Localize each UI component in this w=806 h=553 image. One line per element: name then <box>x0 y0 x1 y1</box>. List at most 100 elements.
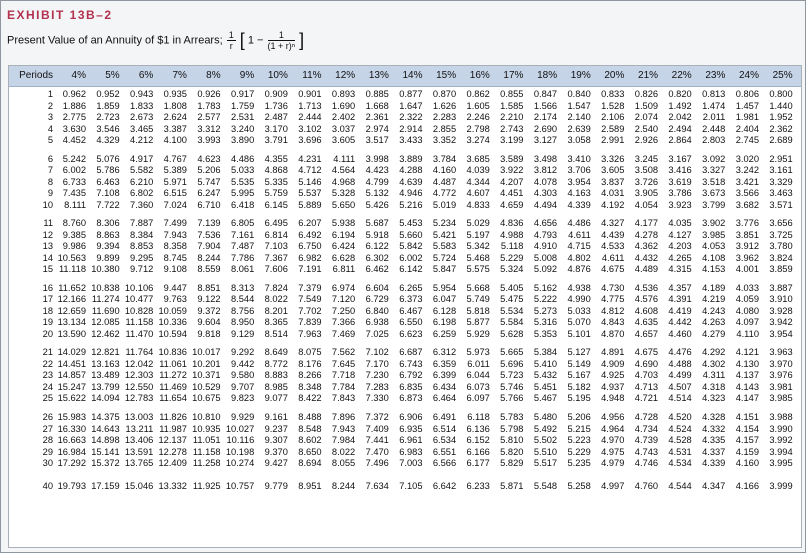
value-cell: 11.051 <box>192 435 221 446</box>
table-row: 1 0.962 0.952 0.943 0.935 0.926 0.917 0.909 0.90… <box>9 89 801 100</box>
value-cell: 5.182 <box>567 381 591 392</box>
value-cell: 5.696 <box>500 358 524 369</box>
value-cell: 3.859 <box>769 264 793 275</box>
value-cell: 5.798 <box>500 423 524 434</box>
value-cell: 4.968 <box>331 176 356 187</box>
value-cell: 7.843 <box>331 393 356 404</box>
value-cell: 5.029 <box>466 218 490 229</box>
value-cell: 4.391 <box>668 294 692 305</box>
value-cell: 3.824 <box>769 252 793 263</box>
value-cell: 7.786 <box>230 252 255 263</box>
header-rate: 11% <box>302 70 322 81</box>
value-cell: 6.073 <box>466 381 490 392</box>
value-cell: 11.987 <box>159 423 187 434</box>
value-cell: 5.273 <box>533 305 558 316</box>
value-cell: 4.712 <box>298 165 322 176</box>
value-cell: 12.462 <box>91 328 120 339</box>
header-rate: 21% <box>638 70 659 81</box>
value-cell: 7.366 <box>331 317 356 328</box>
value-cell: 4.775 <box>601 294 625 305</box>
value-cell: 7.549 <box>298 294 322 305</box>
value-cell: 7.606 <box>264 264 288 275</box>
value-cell: 4.097 <box>735 317 759 328</box>
value-cell: 4.157 <box>735 435 759 446</box>
value-cell: 5.954 <box>432 282 457 293</box>
value-cell: 8.950 <box>230 317 255 328</box>
value-cell: 10.675 <box>192 393 221 404</box>
value-cell: 4.659 <box>500 199 524 210</box>
value-cell: 2.074 <box>634 112 659 123</box>
value-cell: 2.926 <box>634 135 659 146</box>
value-cell: 4.302 <box>702 358 726 369</box>
value-cell: 3.127 <box>533 135 558 146</box>
value-cell: 5.206 <box>197 165 221 176</box>
value-cell: 3.985 <box>702 229 726 240</box>
value-cell: 6.166 <box>466 446 490 457</box>
value-cell: 4.564 <box>331 165 356 176</box>
value-cell: 11.061 <box>159 358 187 369</box>
table-row: 16 11.652 10.838 10.106 9.447 8.851 8.313 7.824… <box>9 283 801 294</box>
value-cell: 7.283 <box>365 381 389 392</box>
value-cell: 4.975 <box>601 446 625 457</box>
value-cell: 6.194 <box>331 229 356 240</box>
value-cell: 16.330 <box>57 423 86 434</box>
value-cell: 5.389 <box>163 165 187 176</box>
value-cell: 5.628 <box>500 328 524 339</box>
value-cell: 2.624 <box>163 112 187 123</box>
period-cell: 27 <box>42 423 53 434</box>
value-cell: 8.883 <box>264 370 288 381</box>
value-cell: 7.120 <box>331 294 356 305</box>
value-cell: 6.145 <box>264 199 288 210</box>
value-cell: 2.106 <box>601 112 625 123</box>
value-cell: 4.347 <box>702 480 726 491</box>
value-cell: 10.336 <box>158 317 187 328</box>
period-cell: 5 <box>47 135 53 146</box>
value-cell: 6.623 <box>399 328 423 339</box>
value-cell: 4.576 <box>634 294 659 305</box>
value-cell: 8.266 <box>298 370 322 381</box>
header-rate: 13% <box>368 70 389 81</box>
value-cell: 3.990 <box>769 423 793 434</box>
period-cell: 6 <box>47 153 53 164</box>
fraction-one-over-compound: 1 (1 + r)ⁿ <box>267 30 296 51</box>
value-cell: 7.191 <box>298 264 322 275</box>
value-cell: 5.938 <box>331 218 356 229</box>
value-cell: 5.723 <box>500 370 524 381</box>
value-cell: 4.001 <box>735 264 759 275</box>
period-cell: 11 <box>43 218 53 229</box>
value-cell: 13.765 <box>124 458 154 469</box>
value-cell: 6.743 <box>399 358 423 369</box>
value-cell: 5.687 <box>365 218 389 229</box>
value-cell: 9.779 <box>264 480 288 491</box>
value-cell: 5.534 <box>500 305 524 316</box>
value-cell: 7.330 <box>365 393 389 404</box>
value-cell: 8.851 <box>197 282 221 293</box>
value-cell: 5.480 <box>533 412 558 422</box>
value-cell: 6.142 <box>399 264 423 275</box>
header-rate: 18% <box>537 70 558 81</box>
value-cell: 3.902 <box>702 218 726 229</box>
value-cell: 4.292 <box>702 347 726 358</box>
value-cell: 3.887 <box>769 282 793 293</box>
value-cell: 8.544 <box>230 294 255 305</box>
value-cell: 4.243 <box>702 305 726 316</box>
value-cell: 4.536 <box>634 282 659 293</box>
value-cell: 3.421 <box>735 176 759 187</box>
value-cell: 3.605 <box>331 135 356 146</box>
value-cell: 4.494 <box>533 199 558 210</box>
value-cell: 8.760 <box>62 218 86 229</box>
value-cell: 12.659 <box>57 305 86 316</box>
value-cell: 4.327 <box>601 218 625 229</box>
value-cell: 16.663 <box>57 435 86 446</box>
value-cell: 3.352 <box>432 135 457 146</box>
value-cell: 4.177 <box>634 218 659 229</box>
value-cell: 5.258 <box>567 480 591 491</box>
value-cell: 4.039 <box>466 165 490 176</box>
value-cell: 8.201 <box>264 305 288 316</box>
period-cell: 29 <box>42 446 53 457</box>
value-cell: 3.433 <box>399 135 423 146</box>
value-cell: 6.011 <box>467 358 490 369</box>
value-cell: 8.488 <box>298 412 322 422</box>
value-cell: 2.210 <box>500 112 524 123</box>
value-cell: 13.003 <box>124 412 154 422</box>
